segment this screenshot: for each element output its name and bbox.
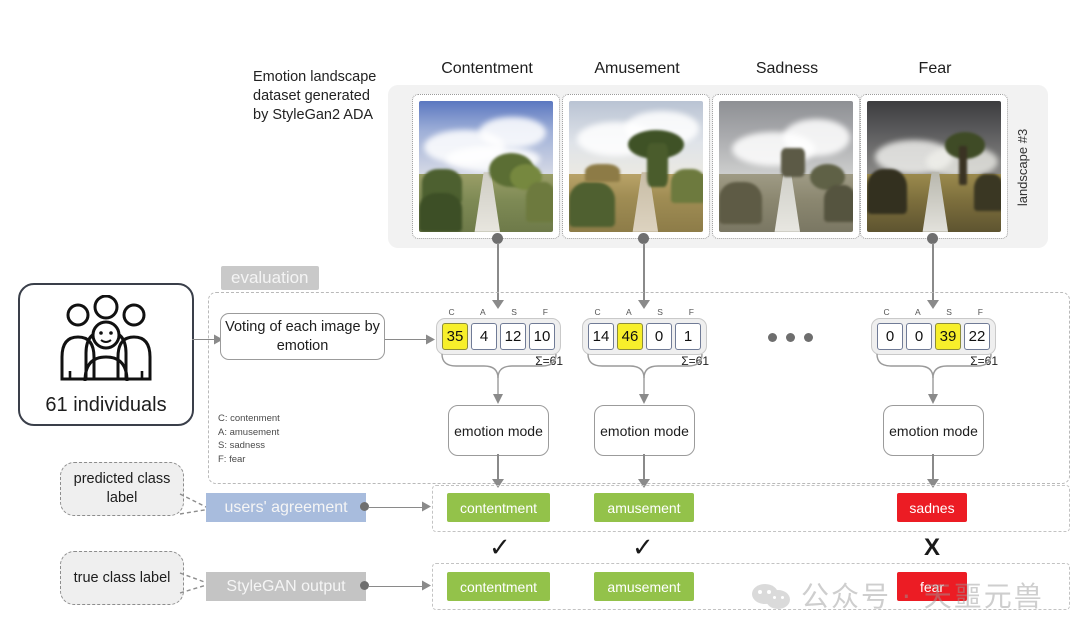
mismatch-cross: X: [924, 534, 941, 561]
vote-column-letters: C A S F: [436, 307, 561, 317]
vote-cell: 39: [935, 323, 961, 350]
vote-cells: 0 0 39 22: [871, 318, 996, 355]
vote-group-1: C A S F 35 4 12 10 Σ=61: [436, 307, 563, 368]
vote-column-letters: C A S F: [871, 307, 996, 317]
tag-arrow-predicted: [422, 501, 431, 512]
column-title: Sadness: [755, 60, 819, 77]
emotion-mode-box-3: emotion mode: [883, 405, 984, 456]
letter-a: A: [480, 307, 486, 317]
landscape-index-text: landscape #3: [1015, 128, 1031, 207]
legend-item: F: fear: [218, 453, 246, 465]
letter-s: S: [657, 307, 663, 317]
painting-fear: [867, 101, 1001, 232]
painting-contentment: [419, 101, 553, 232]
participants-count: 61 individuals: [45, 394, 167, 416]
ellipsis-indicator: [768, 333, 813, 342]
evaluation-section-label: evaluation: [221, 266, 319, 290]
predicted-chip-1: contentment: [447, 493, 550, 522]
ellipsis-dot: [804, 333, 813, 342]
true-class-callout: true class label: [60, 551, 184, 605]
vote-cell: 14: [588, 323, 614, 350]
stylegan-output-tag: StyleGAN output: [206, 572, 366, 601]
letter-c: C: [594, 307, 601, 317]
watermark-text: 公众号 · 天噩元兽: [801, 580, 1044, 613]
vote-cell: 1: [675, 323, 701, 350]
match-check-1: ✓: [489, 533, 511, 563]
letter-f: F: [542, 307, 548, 317]
legend-item: A: amusement: [218, 426, 280, 438]
dataset-caption: Emotion landscape dataset generated by S…: [253, 69, 377, 123]
users-agreement-tag: users' agreement: [206, 493, 366, 522]
vote-cells: 14 46 0 1: [582, 318, 707, 355]
vote-cell: 0: [646, 323, 672, 350]
ellipsis-dot: [768, 333, 777, 342]
landscape-thumbnail[interactable]: [860, 94, 1008, 239]
column-title: Fear: [918, 60, 952, 77]
arrow-voting-to-votes: [385, 339, 429, 341]
arrow-head-votes: [426, 334, 435, 345]
letter-s: S: [946, 307, 952, 317]
landscape-thumbnail[interactable]: [712, 94, 860, 239]
vote-group-3: C A S F 0 0 39 22 Σ=61: [871, 307, 998, 368]
letter-a: A: [626, 307, 632, 317]
vote-cell: 46: [617, 323, 643, 350]
brace-connector-1: [441, 353, 557, 404]
match-check-2: ✓: [632, 533, 654, 563]
painting-amusement: [569, 101, 703, 232]
landscape-index-label: landscape #3: [1012, 100, 1034, 235]
landscape-thumbnail[interactable]: [412, 94, 560, 239]
legend-item: C: contenment: [218, 413, 280, 424]
predicted-class-callout: predicted class label: [60, 462, 184, 516]
letter-c: C: [883, 307, 890, 317]
letter-f: F: [688, 307, 694, 317]
tag-line-predicted: [368, 506, 424, 508]
vote-cell: 22: [964, 323, 990, 350]
landscape-thumbnail[interactable]: [562, 94, 710, 239]
diagram-canvas: Emotion landscape dataset generated by S…: [0, 0, 1080, 639]
watermark: 公众号 · 天噩元兽: [752, 575, 1044, 615]
vote-column-letters: C A S F: [582, 307, 707, 317]
letter-a: A: [915, 307, 921, 317]
column-title: Contentment: [441, 60, 533, 77]
vote-cell: 4: [471, 323, 497, 350]
vote-cell: 12: [500, 323, 526, 350]
vote-cell: 0: [906, 323, 932, 350]
true-chip-1: contentment: [447, 572, 550, 601]
vote-cell: 0: [877, 323, 903, 350]
tag-arrow-true: [422, 580, 431, 591]
vote-cell: 10: [529, 323, 555, 350]
predicted-chip-3: sadnes: [897, 493, 967, 522]
letter-s: S: [511, 307, 517, 317]
emotion-mode-box-1: emotion mode: [448, 405, 549, 456]
participants-card: 61 individuals: [18, 283, 194, 426]
letter-f: F: [977, 307, 983, 317]
letter-c: C: [448, 307, 455, 317]
emotion-legend: C: contenment A: amusement S: sadness F:…: [218, 412, 280, 466]
tag-line-true: [368, 585, 424, 587]
predicted-chip-2: amusement: [594, 493, 694, 522]
legend-item: S: sadness: [218, 440, 265, 451]
painting-sadness: [719, 101, 853, 232]
vote-cell: 35: [442, 323, 468, 350]
brace-connector-2: [587, 353, 703, 404]
true-chip-2: amusement: [594, 572, 694, 601]
people-group-icon: [60, 295, 152, 382]
vote-group-2: C A S F 14 46 0 1 Σ=61: [582, 307, 709, 368]
wechat-icon: [752, 582, 792, 609]
column-title: Amusement: [594, 60, 680, 77]
emotion-mode-box-2: emotion mode: [594, 405, 695, 456]
ellipsis-dot: [786, 333, 795, 342]
vote-cells: 35 4 12 10: [436, 318, 561, 355]
voting-process-box: Voting of each image by emotion: [220, 313, 385, 360]
brace-connector-3: [876, 353, 992, 404]
